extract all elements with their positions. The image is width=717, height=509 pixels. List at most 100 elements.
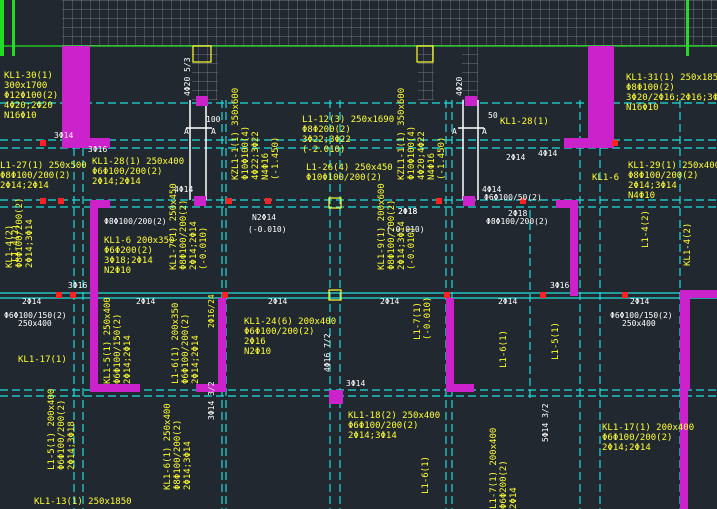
- annotation-line: 4Φ20;2Φ20: [4, 101, 53, 111]
- rebar-label-r-3f14-b: 3Φ14: [346, 379, 365, 388]
- beam-annotation-l1-6-vert: L1-6(1): [499, 330, 509, 368]
- rebar-label-r-8f100: Φ8Φ100/200(2): [104, 217, 167, 226]
- annotation-line: (-1.450): [437, 137, 447, 180]
- annotation-line: Φ8Φ100/200(2): [628, 171, 698, 181]
- annotation-line: (-1.450): [271, 137, 281, 180]
- annotation-line: KL1-4(2): [683, 223, 693, 266]
- annotation-line: Φ6Φ100/200(2): [244, 327, 314, 337]
- rebar-label-r-8f100b: Φ8Φ100/200(2): [486, 217, 549, 226]
- beam-annotation-l1-4-right: L1-4(2): [641, 210, 651, 248]
- annotation-line: KL1-31(1) 250x1850: [626, 73, 717, 83]
- annotation-line: 2Φ14;3Φ14: [348, 431, 397, 441]
- rebar-label-r-4f20-53: 4Φ20 5/3: [183, 57, 192, 96]
- rebar-label-section-a1: A: [184, 127, 189, 136]
- annotation-line: L1-4(2): [641, 210, 651, 248]
- annotation-line: L1-7(1): [413, 302, 423, 340]
- rebar-label-elev-mid: (-0.010): [386, 225, 425, 234]
- rebar-label-r-2f16-24: 2Φ16/24: [207, 294, 216, 328]
- beam-annotation-kl1-17-left: KL1-17(1): [18, 355, 67, 365]
- annotation-line: 3Φ22;3Φ22: [302, 135, 351, 145]
- beam-annotation-kl1-6-right: KL1-6: [592, 173, 619, 183]
- annotation-line: KL1-24(6) 200x400: [244, 317, 336, 327]
- annotation-line: L1-6(1): [499, 330, 509, 368]
- annotation-line: (-2.010): [302, 145, 345, 155]
- rebar-label-r-2f14-g: 2Φ14: [506, 153, 525, 162]
- annotation-line: (-0.010): [423, 297, 433, 340]
- annotation-line: L1-7(1) 200x400: [489, 428, 499, 509]
- annotation-line: N16Φ10: [626, 103, 659, 113]
- rebar-label-r-3f16-a: 3Φ16: [68, 281, 87, 290]
- rebar-label-r-2f18-a: 2Φ18: [398, 207, 417, 216]
- rebar-label-rebar-n2-left: N2Φ14: [252, 213, 276, 222]
- rebar-label-r-2f14-d: 2Φ14: [380, 297, 399, 306]
- annotation-line: Φ6Φ100/200(2): [181, 314, 191, 384]
- annotation-line: L1-5(1): [551, 322, 561, 360]
- rebar-label-section-a4: A: [482, 127, 487, 136]
- annotation-line: KL1-6: [592, 173, 619, 183]
- annotation-line: Φ8Φ100/200(2): [15, 198, 25, 268]
- beam-annotation-l1-26: L1-26(4) 250x450Φ10Φ100/200(2): [306, 163, 393, 183]
- rebar-label-r-4f14-c: 4Φ14: [538, 149, 557, 158]
- annotation-line: 3Φ18;2Φ14: [104, 256, 153, 266]
- rebar-label-elev-left: (-0.010): [248, 225, 287, 234]
- rebar-label-r-5f14-32: 5Φ14 3/2: [541, 403, 550, 442]
- annotation-line: 2Φ14;2Φ14: [602, 443, 651, 453]
- annotation-line: 2Φ14;2Φ14: [191, 335, 201, 384]
- annotation-line: Φ6Φ100/150(2): [113, 314, 123, 384]
- annotation-line: Φ10Φ100(4): [407, 126, 417, 180]
- annotation-line: KL1-17(1) 200x400: [602, 423, 694, 433]
- annotation-line: 3Φ20/2Φ16;2Φ16;3Φ16: [626, 93, 717, 103]
- annotation-line: KL1-18(2) 250x400: [348, 411, 440, 421]
- beam-annotation-l1-6-bottom: L1-6(1): [421, 456, 431, 494]
- annotation-line: N4Φ16: [261, 153, 271, 180]
- annotation-line: 4Φ20;4Φ22: [417, 131, 427, 180]
- rebar-label-r-2f14-a: 2Φ14: [22, 297, 41, 306]
- rebar-label-r-2f14-c: 2Φ14: [268, 297, 287, 306]
- annotation-line: L1-6(1) 200x350: [171, 303, 181, 384]
- annotation-line: 2Φ14;2Φ14: [189, 221, 199, 270]
- structural-drawing: KL1-30(1)300x1700Φ12Φ100(2)4Φ20;2Φ20N16Φ…: [0, 0, 717, 509]
- beam-annotation-l1-5-vert: L1-5(1): [551, 322, 561, 360]
- annotation-line: N16Φ10: [4, 111, 37, 121]
- annotation-line: Φ6Φ100/200(2): [348, 421, 418, 431]
- annotation-line: L1-27(1) 250x500: [0, 161, 87, 171]
- annotation-line: Φ12Φ100(2): [4, 91, 58, 101]
- annotation-line: 4Φ22;3Φ22: [251, 131, 261, 180]
- rebar-label-r-1-100: Φ6Φ100/50(2): [484, 193, 542, 202]
- annotation-line: 2Φ14;3Φ14: [183, 441, 193, 490]
- annotation-line: KL1-7(1) 250x450: [169, 183, 179, 270]
- rebar-label-r-250x400b: 250x400: [622, 319, 656, 328]
- rebar-label-r-3f16-c: 3Φ16: [88, 145, 107, 154]
- annotation-line: KL1-6(1) 250x400: [163, 403, 173, 490]
- rebar-label-r-4f14-a: 4Φ14: [174, 185, 193, 194]
- beam-annotation-kl1-13: KL1-13(1) 250x1850: [34, 497, 132, 507]
- annotation-line: Φ6Φ200(2): [104, 246, 153, 256]
- annotation-line: 300x1700: [4, 81, 47, 91]
- annotation-line: N2Φ10: [104, 266, 131, 276]
- annotation-line: Φ10Φ100(4): [241, 126, 251, 180]
- beam-annotation-l1-7-vert: L1-7(1) (-0.010): [413, 297, 433, 340]
- annotation-line: 2Φ14;3Φ14: [25, 219, 35, 268]
- annotation-line: KL1-28(1) 250x400: [92, 157, 184, 167]
- annotation-line: Φ8Φ100/200(2): [387, 200, 397, 270]
- annotation-line: KL1-29(1) 250x400: [628, 161, 717, 171]
- beam-annotation-kl1-28-top: KL1-28(1): [500, 117, 549, 127]
- annotation-line: KL1-6 200x350: [104, 236, 174, 246]
- annotation-line: 2Φ14;2Φ14: [92, 177, 141, 187]
- annotation-line: 2Φ14: [509, 487, 519, 509]
- annotation-line: Φ8Φ200(2): [302, 125, 351, 135]
- rebar-label-r-3f16-b: 3Φ16: [550, 281, 569, 290]
- annotation-line: 2Φ14;3Φ18: [67, 421, 77, 470]
- annotation-line: KL1-28(1): [500, 117, 549, 127]
- annotation-line: L1-12(3) 250x1690: [302, 115, 394, 125]
- annotation-line: KL1-5(1) 250x400: [103, 297, 113, 384]
- annotation-line: Φ8Φ100/200(2): [173, 420, 183, 490]
- rebar-label-r-2f14-b: 2Φ14: [136, 297, 155, 306]
- annotation-line: 2Φ14;2Φ14: [123, 335, 133, 384]
- annotation-line: 2Φ16: [244, 337, 266, 347]
- annotation-line: KL1-13(1) 250x1850: [34, 497, 132, 507]
- annotation-line: (-0.010): [199, 227, 209, 270]
- annotation-line: Φ6Φ100/200(2): [602, 433, 672, 443]
- annotation-line: Φ6Φ200(2): [499, 460, 509, 509]
- annotation-line: Φ8Φ100(2): [626, 83, 675, 93]
